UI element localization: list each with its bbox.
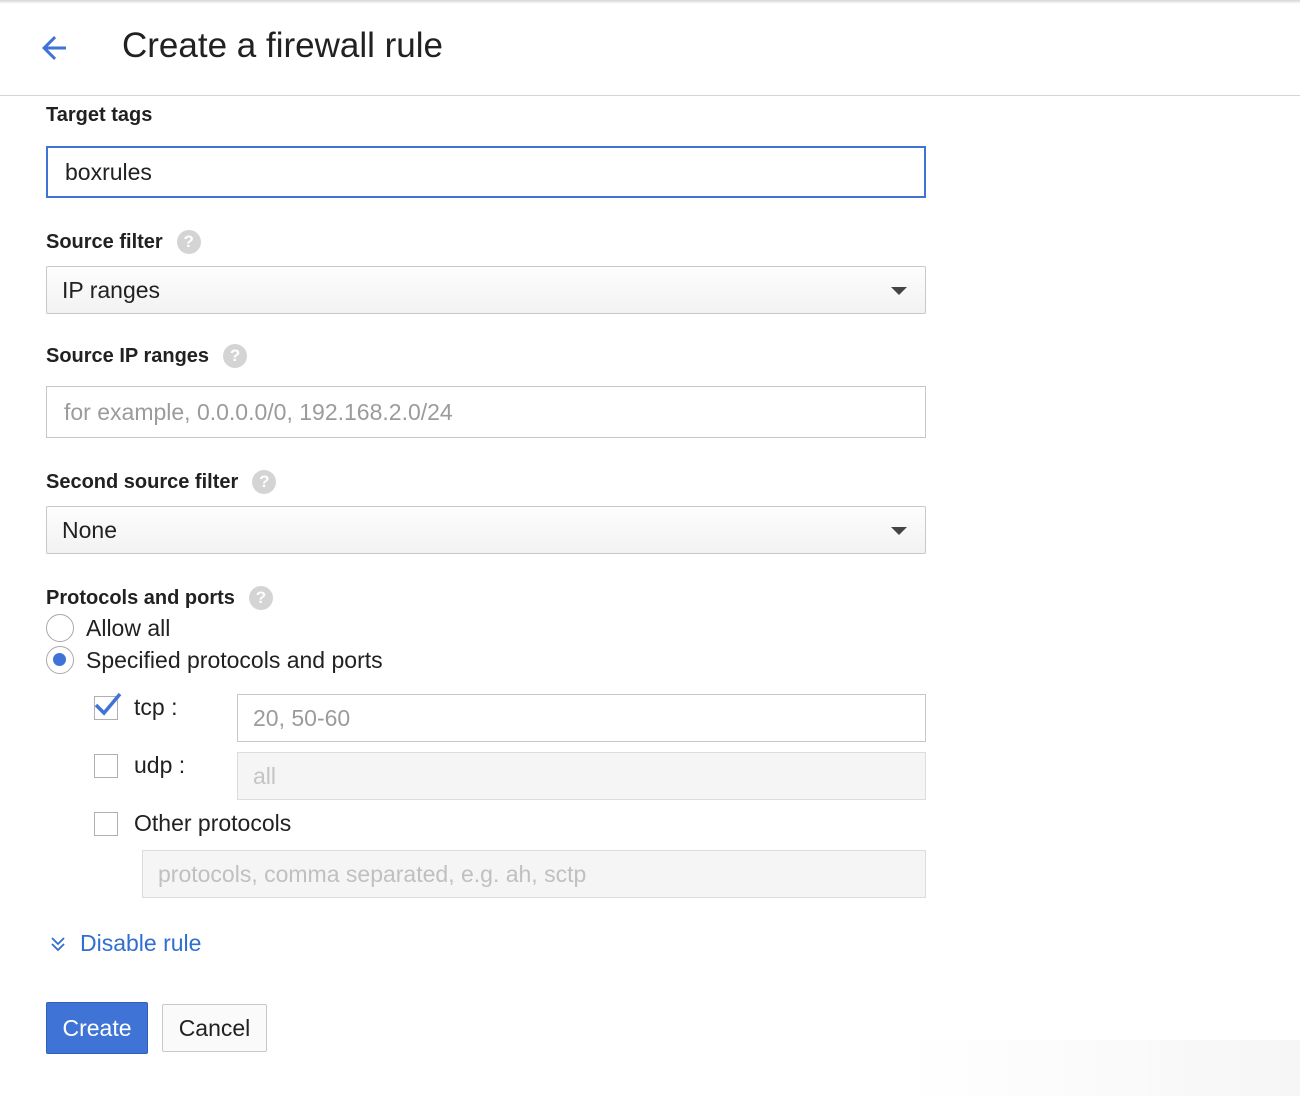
other-protocols-input: protocols, comma separated, e.g. ah, sct… [142, 850, 926, 898]
bottom-fade [900, 1040, 1300, 1096]
page-title: Create a firewall rule [122, 26, 443, 65]
radio-label: Specified protocols and ports [86, 646, 383, 673]
source-filter-select[interactable]: IP ranges [46, 266, 926, 314]
other-protocols-label: Other protocols [134, 810, 292, 836]
help-icon[interactable]: ? [252, 470, 277, 494]
tcp-ports-placeholder: 20, 50-60 [253, 704, 351, 731]
other-protocols-placeholder: protocols, comma separated, e.g. ah, sct… [158, 860, 587, 887]
tcp-ports-input[interactable]: 20, 50-60 [237, 694, 926, 742]
radio-allow-all[interactable]: Allow all [46, 614, 170, 642]
help-icon[interactable]: ? [248, 586, 273, 610]
source-filter-selected: IP ranges [62, 276, 161, 303]
other-protocols-checkbox-row[interactable]: Other protocols [94, 810, 291, 837]
dropdown-caret-icon [891, 527, 907, 535]
udp-ports-placeholder: all [253, 762, 277, 789]
back-button[interactable] [30, 26, 78, 70]
source-ip-ranges-placeholder: for example, 0.0.0.0/0, 192.168.2.0/24 [64, 398, 453, 425]
radio-button[interactable] [46, 614, 74, 642]
tcp-checkbox[interactable] [94, 692, 122, 720]
target-tags-label-text: Target tags [46, 104, 153, 126]
second-source-filter-label: Second source filter ? [46, 470, 277, 494]
checkmark-icon [94, 692, 122, 716]
disable-rule-label: Disable rule [80, 930, 202, 956]
help-icon[interactable]: ? [176, 230, 201, 254]
disable-rule-link[interactable]: Disable rule [48, 930, 201, 957]
radio-label: Allow all [86, 614, 171, 641]
udp-ports-input: all [237, 752, 926, 800]
source-ip-ranges-label: Source IP ranges ? [46, 344, 248, 368]
radio-specified-protocols[interactable]: Specified protocols and ports [46, 646, 383, 674]
radio-button-checked[interactable] [46, 646, 74, 674]
second-source-filter-selected: None [62, 516, 117, 543]
target-tags-input[interactable]: boxrules [46, 146, 926, 198]
source-filter-label: Source filter ? [46, 230, 201, 254]
create-button[interactable]: Create [46, 1002, 148, 1054]
udp-label: udp : [134, 752, 186, 778]
dropdown-caret-icon [891, 287, 907, 295]
other-protocols-checkbox[interactable] [94, 811, 118, 836]
source-ip-ranges-input[interactable]: for example, 0.0.0.0/0, 192.168.2.0/24 [46, 386, 926, 438]
tcp-label: tcp : [134, 694, 178, 720]
page-header: Create a firewall rule [0, 0, 1300, 96]
chevron-double-down-icon [51, 936, 65, 951]
cancel-button-label: Cancel [178, 1014, 251, 1041]
protocols-label-text: Protocols and ports [46, 586, 235, 609]
second-source-filter-select[interactable]: None [46, 506, 926, 554]
target-tags-value: boxrules [65, 158, 152, 185]
tcp-checkbox-row[interactable]: tcp : [94, 692, 178, 721]
create-button-label: Create [62, 1014, 132, 1041]
protocols-label: Protocols and ports ? [46, 586, 273, 610]
second-source-filter-label-text: Second source filter [46, 470, 239, 493]
target-tags-label: Target tags [46, 104, 152, 127]
source-ip-ranges-label-text: Source IP ranges [46, 344, 210, 367]
cancel-button[interactable]: Cancel [162, 1004, 267, 1052]
udp-checkbox[interactable] [94, 753, 118, 778]
udp-checkbox-row[interactable]: udp : [94, 752, 185, 779]
help-icon[interactable]: ? [223, 344, 248, 368]
source-filter-label-text: Source filter [46, 230, 163, 253]
arrow-left-icon [42, 36, 66, 60]
